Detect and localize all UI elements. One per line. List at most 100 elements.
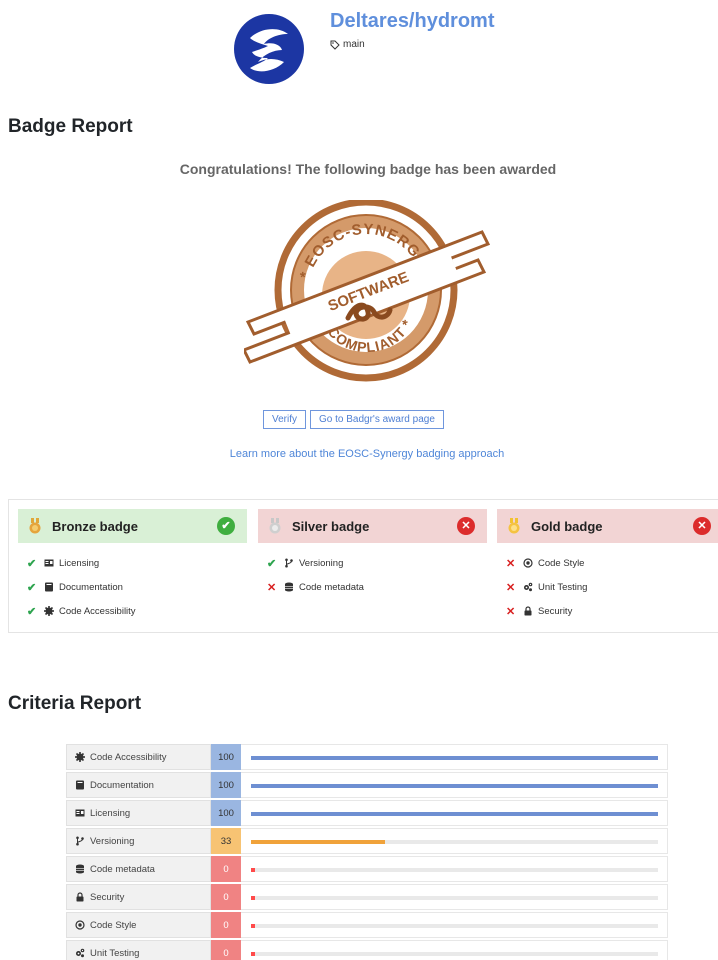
progress-track <box>251 756 658 760</box>
progress-track <box>251 868 658 872</box>
progress-bar <box>251 896 255 900</box>
gold-badge-card: Gold badge ✕ ✕ Code Style ✕ Unit Testing… <box>497 509 718 623</box>
bronze-medal-icon <box>29 518 41 534</box>
progress-bar <box>251 924 255 928</box>
criteria-score: 0 <box>211 884 241 910</box>
id-card-icon <box>44 559 54 567</box>
criteria-score: 0 <box>211 940 241 960</box>
criteria-row: Unit Testing 0 <box>66 939 668 960</box>
badgr-award-page-button[interactable]: Go to Badgr's award page <box>310 410 444 429</box>
criteria-row: Code metadata 0 <box>66 855 668 883</box>
criteria-score: 33 <box>211 828 241 854</box>
check-icon: ✔ <box>27 605 37 618</box>
target-icon <box>75 920 85 930</box>
target-icon <box>523 558 533 568</box>
cog-icon <box>44 606 54 616</box>
repo-title-link[interactable]: Deltares/hydromt <box>330 10 495 33</box>
criteria-progress-cell <box>241 800 668 826</box>
progress-track <box>251 896 658 900</box>
criterion-label: Code Accessibility <box>59 605 136 617</box>
criteria-name-cell: Versioning <box>66 828 211 854</box>
check-icon: ✔ <box>27 557 37 570</box>
learn-more-link[interactable]: Learn more about the EOSC-Synergy badgin… <box>0 448 718 460</box>
criteria-name-cell: Code Accessibility <box>66 744 211 770</box>
criteria-name-cell: Code Style <box>66 912 211 938</box>
badge-report-heading: Badge Report <box>8 116 133 137</box>
progress-bar <box>251 812 658 816</box>
criteria-progress-cell <box>241 856 668 882</box>
x-icon: ✕ <box>506 605 516 618</box>
criteria-name-cell: Documentation <box>66 772 211 798</box>
criterion-label: Code metadata <box>299 581 364 593</box>
criteria-row: Documentation 100 <box>66 771 668 799</box>
x-icon: ✕ <box>506 557 516 570</box>
progress-bar <box>251 756 658 760</box>
software-compliant-badge-image: * EOSC-SYNERGY * * COMPLIANT * SOFTWARE <box>244 200 491 382</box>
lock-icon <box>524 606 532 616</box>
badge-criterion: ✕ Security <box>506 599 718 623</box>
criteria-row: Code Style 0 <box>66 911 668 939</box>
criteria-row: Versioning 33 <box>66 827 668 855</box>
cog-icon <box>75 752 85 762</box>
bronze-badge-header: Bronze badge ✔ <box>18 509 247 543</box>
branch-name: main <box>343 39 365 50</box>
criteria-progress-cell <box>241 884 668 910</box>
cogs-icon <box>524 582 533 592</box>
check-icon: ✔ <box>27 581 37 594</box>
criteria-name: Security <box>90 891 125 903</box>
tag-icon <box>330 40 340 50</box>
criteria-report-heading: Criteria Report <box>8 693 142 714</box>
check-icon: ✔ <box>267 557 277 570</box>
progress-track <box>251 784 658 788</box>
criteria-name: Documentation <box>90 779 154 791</box>
criteria-score: 100 <box>211 744 241 770</box>
criteria-score: 0 <box>211 912 241 938</box>
criteria-name-cell: Code metadata <box>66 856 211 882</box>
progress-bar <box>251 784 658 788</box>
criteria-row: Code Accessibility 100 <box>66 743 668 771</box>
badge-criterion: ✕ Unit Testing <box>506 575 718 599</box>
cogs-icon <box>76 948 85 958</box>
badge-criterion: ✔ Code Accessibility <box>27 599 247 623</box>
criterion-label: Licensing <box>59 557 100 569</box>
bronze-badge-title: Bronze badge <box>52 518 138 534</box>
criterion-label: Unit Testing <box>538 581 588 593</box>
badge-criterion: ✔ Versioning <box>267 551 487 575</box>
criteria-name: Code metadata <box>90 863 155 875</box>
criteria-progress-cell <box>241 912 668 938</box>
criteria-progress-cell <box>241 940 668 960</box>
criteria-score: 100 <box>211 800 241 826</box>
criteria-row: Security 0 <box>66 883 668 911</box>
criteria-score: 0 <box>211 856 241 882</box>
x-circle-icon: ✕ <box>457 517 475 535</box>
badge-criterion: ✔ Licensing <box>27 551 247 575</box>
gold-medal-icon <box>508 518 520 534</box>
branch-icon <box>285 558 293 568</box>
verify-button[interactable]: Verify <box>263 410 307 429</box>
progress-bar <box>251 952 255 956</box>
x-icon: ✕ <box>506 581 516 594</box>
criterion-label: Code Style <box>538 557 585 569</box>
criteria-name: Unit Testing <box>90 947 140 959</box>
badge-action-buttons: Verify Go to Badgr's award page <box>263 410 444 429</box>
silver-badge-header: Silver badge ✕ <box>258 509 487 543</box>
criteria-name: Code Style <box>90 919 137 931</box>
silver-badge-card: Silver badge ✕ ✔ Versioning ✕ Code metad… <box>258 509 487 599</box>
repo-logo <box>234 14 304 84</box>
criteria-name-cell: Unit Testing <box>66 940 211 960</box>
silver-medal-icon <box>269 518 281 534</box>
x-circle-icon: ✕ <box>693 517 711 535</box>
criteria-progress-cell <box>241 772 668 798</box>
criterion-label: Security <box>538 605 573 617</box>
criteria-progress-cell <box>241 744 668 770</box>
badge-levels-panel: Bronze badge ✔ ✔ Licensing ✔ Documentati… <box>8 499 718 633</box>
database-icon <box>76 864 84 874</box>
progress-track <box>251 952 658 956</box>
gold-badge-title: Gold badge <box>531 518 603 534</box>
progress-bar <box>251 840 386 844</box>
criteria-score: 100 <box>211 772 241 798</box>
congrats-message: Congratulations! The following badge has… <box>179 161 557 177</box>
branch-icon <box>76 836 84 846</box>
badge-criterion: ✕ Code Style <box>506 551 718 575</box>
bronze-badge-card: Bronze badge ✔ ✔ Licensing ✔ Documentati… <box>18 509 247 623</box>
